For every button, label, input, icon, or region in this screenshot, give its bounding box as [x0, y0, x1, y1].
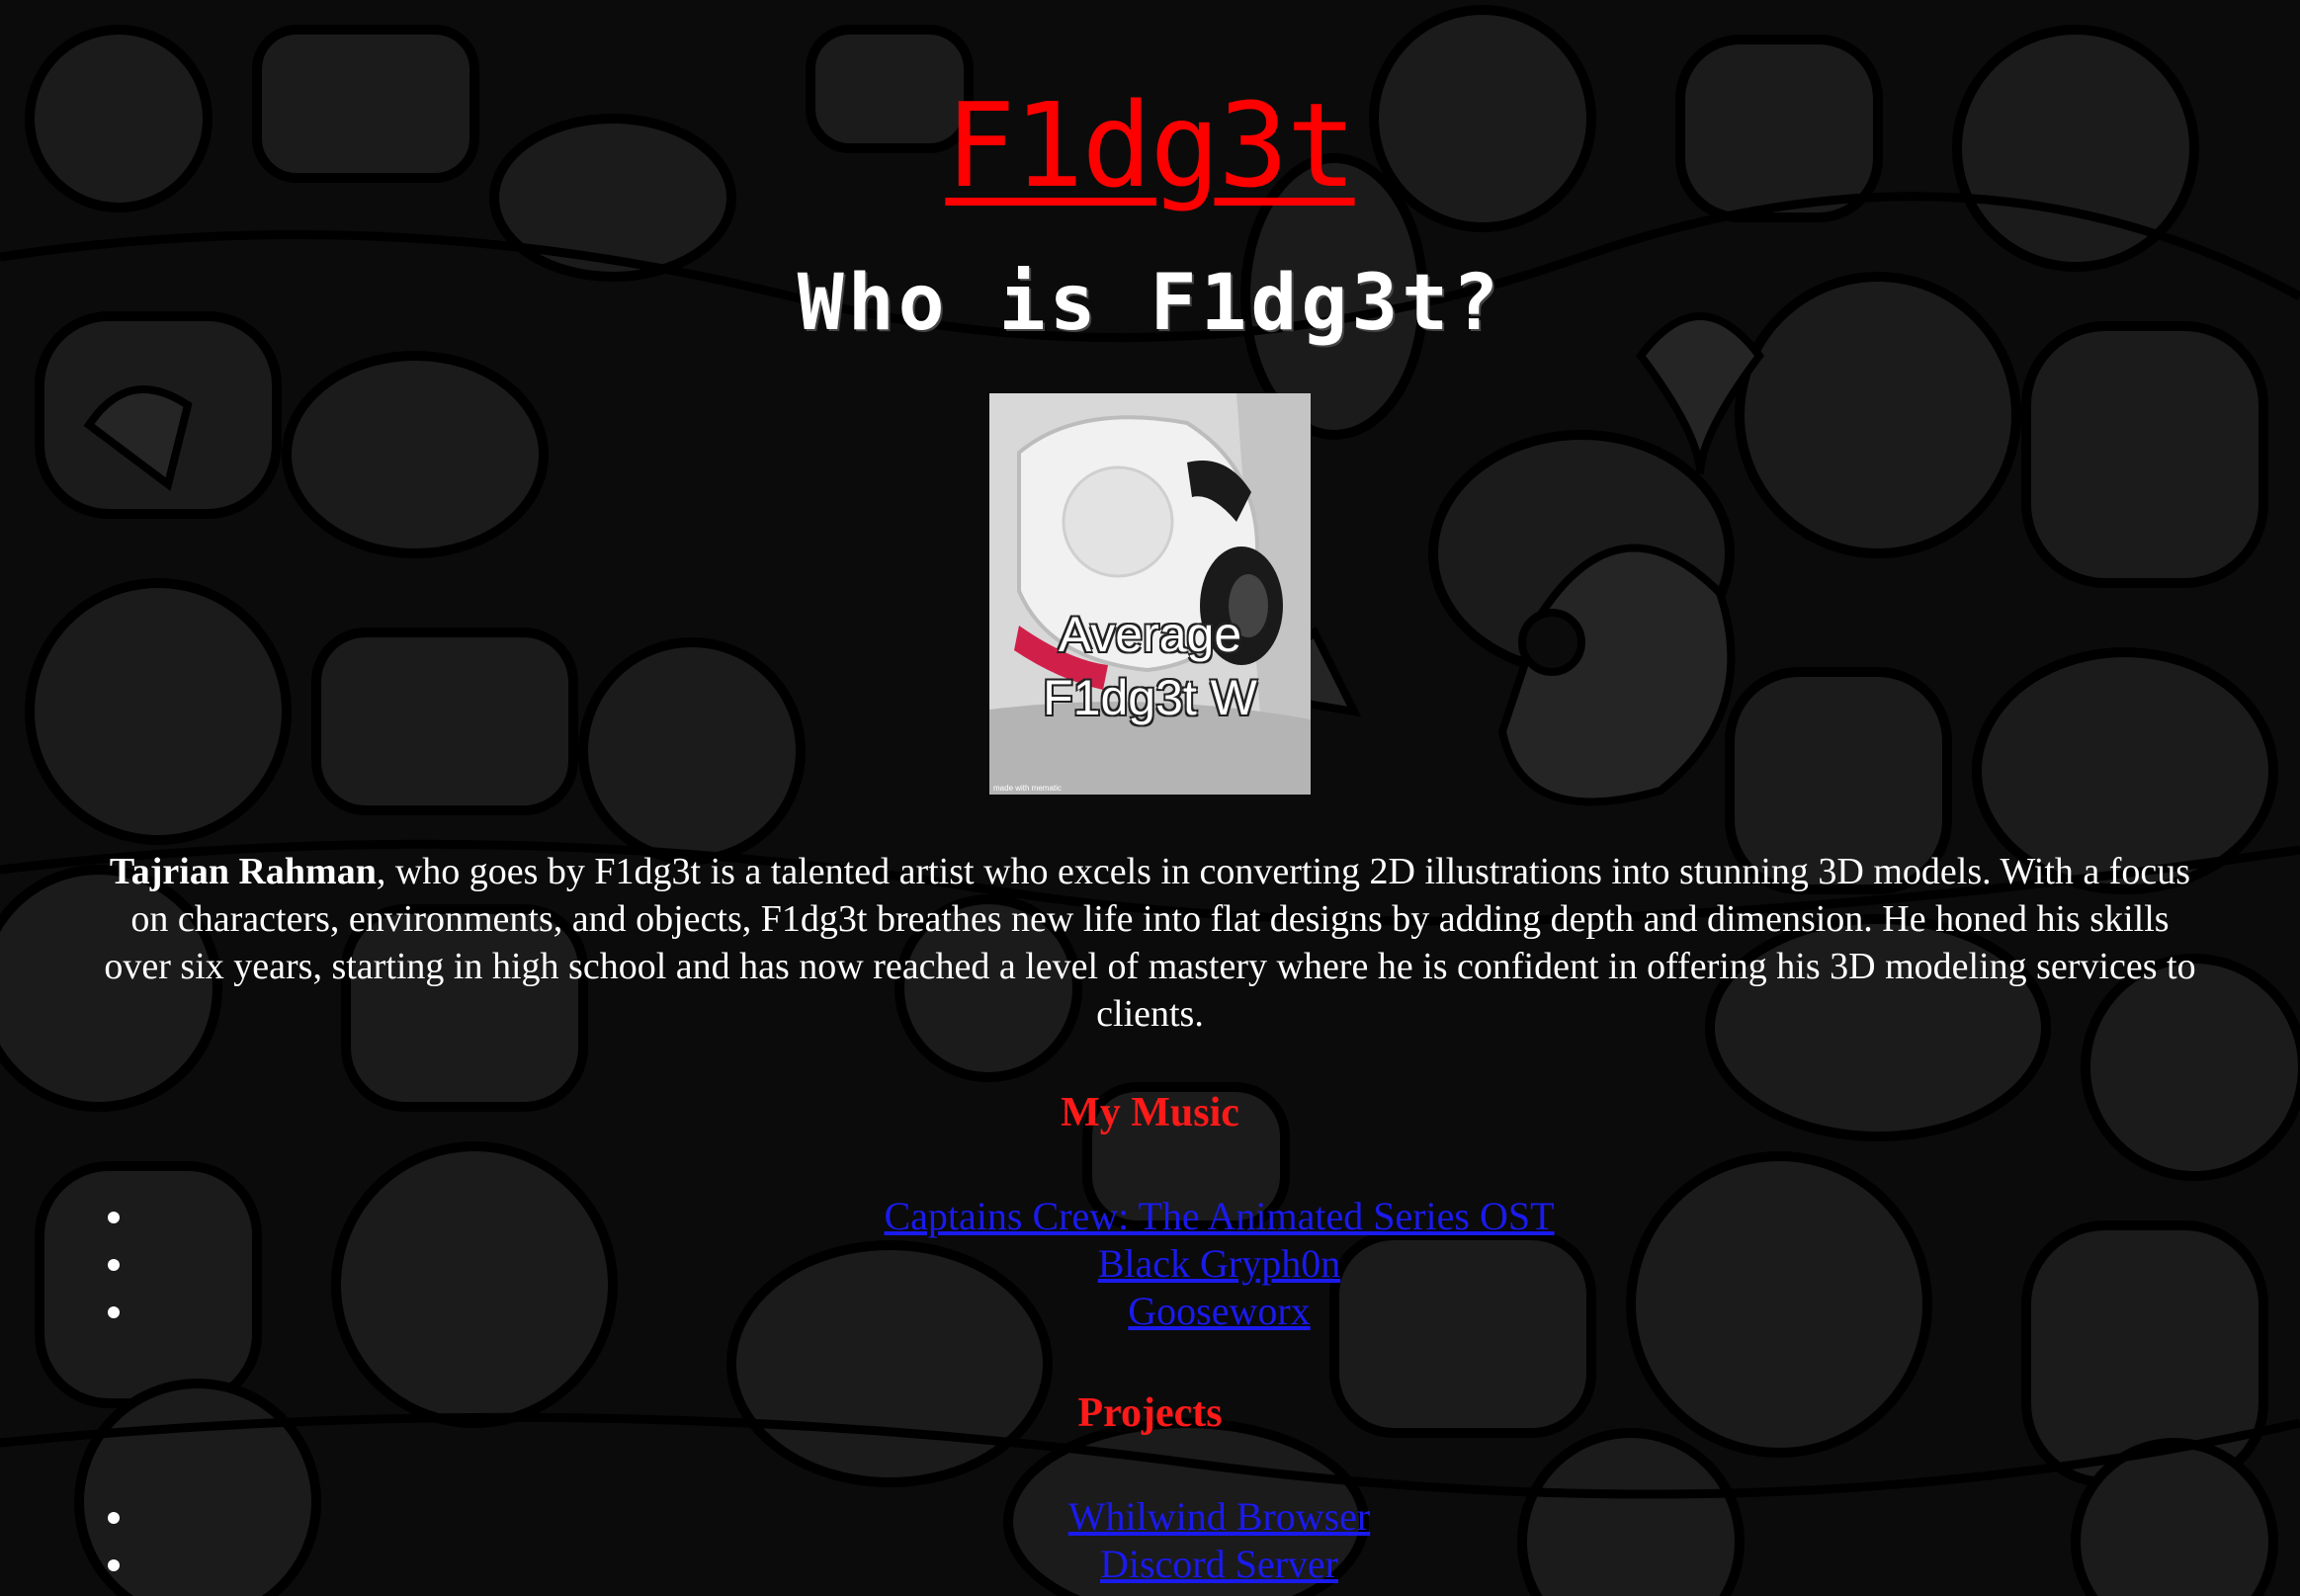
list-item: Captains Crew: The Animated Series OST — [138, 1193, 2300, 1240]
music-list: Captains Crew: The Animated Series OST B… — [0, 1193, 2300, 1335]
image-caption-line2: F1dg3t W — [1043, 670, 1257, 725]
page-title: Who is F1dg3t? — [797, 259, 1503, 348]
projects-list: Whilwind Browser Discord Server — [0, 1493, 2300, 1588]
projects-section-title: Projects — [1077, 1390, 1223, 1436]
music-link-gooseworx[interactable]: Gooseworx — [1128, 1289, 1310, 1333]
list-item: Discord Server — [138, 1541, 2300, 1588]
list-item: Black Gryph0n — [138, 1240, 2300, 1288]
profile-image: Average F1dg3t W made with mematic — [989, 393, 1311, 795]
site-logo[interactable]: F1dg3t — [943, 87, 1358, 204]
fidget-cube-icon — [989, 393, 1311, 795]
music-section-title: My Music — [1061, 1090, 1239, 1135]
list-item: Gooseworx — [138, 1288, 2300, 1335]
bio-paragraph: Tajrian Rahman, who goes by F1dg3t is a … — [99, 848, 2201, 1038]
image-watermark: made with mematic — [993, 784, 1062, 793]
bio-text: , who goes by F1dg3t is a talented artis… — [104, 851, 2196, 1035]
music-link-captains-crew[interactable]: Captains Crew: The Animated Series OST — [884, 1194, 1554, 1238]
music-link-black-gryph0n[interactable]: Black Gryph0n — [1098, 1241, 1341, 1286]
image-caption-line1: Average — [1058, 607, 1242, 662]
bio-name: Tajrian Rahman — [109, 851, 377, 892]
project-link-discord-server[interactable]: Discord Server — [1100, 1542, 1338, 1586]
image-caption: Average F1dg3t W — [989, 603, 1311, 729]
page: F1dg3t Who is F1dg3t? Average F1dg3t W m… — [0, 0, 2300, 1596]
project-link-whilwind-browser[interactable]: Whilwind Browser — [1068, 1494, 1371, 1539]
list-item: Whilwind Browser — [138, 1493, 2300, 1541]
